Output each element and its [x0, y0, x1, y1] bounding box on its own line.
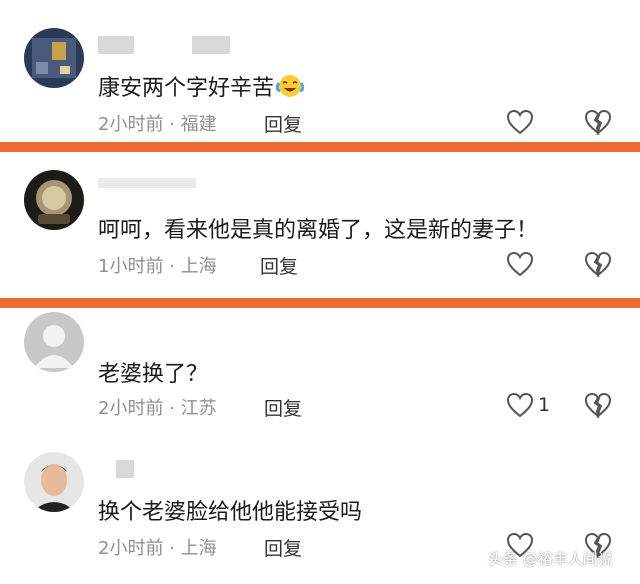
reply-button[interactable]: 回复: [260, 252, 298, 279]
reply-button[interactable]: 回复: [264, 394, 302, 421]
heart-icon[interactable]: [506, 251, 534, 277]
heart-icon[interactable]: [506, 392, 534, 418]
like-count: 1: [538, 394, 551, 416]
laughing-crying-icon: [275, 73, 305, 105]
heart-icon[interactable]: [506, 109, 534, 135]
reply-button[interactable]: 回复: [264, 110, 302, 137]
location-label: 江苏: [180, 398, 217, 419]
comment-item: 老婆换了？ 2小时前 · 江苏 回复 1: [0, 308, 640, 448]
avatar[interactable]: [24, 312, 84, 372]
comment-text: 康安两个字好辛苦: [98, 70, 305, 105]
comment-text: 换个老婆脸给他他能接受吗: [98, 500, 363, 525]
reply-button[interactable]: 回复: [264, 534, 302, 561]
username-blurred: [192, 36, 230, 54]
username-blurred: [98, 36, 134, 54]
avatar[interactable]: [24, 28, 84, 88]
avatar[interactable]: [24, 452, 84, 512]
time-label: 2小时前: [98, 398, 164, 419]
broken-heart-icon[interactable]: [584, 392, 612, 419]
broken-heart-icon[interactable]: [584, 251, 612, 278]
location-label: 福建: [180, 114, 217, 135]
avatar[interactable]: [24, 170, 84, 230]
comment-meta: 1小时前 · 上海: [98, 256, 217, 277]
time-label: 2小时前: [98, 538, 164, 559]
comment-item: 康安两个字好辛苦 2小时前 · 福建 回复: [0, 0, 640, 140]
section-divider: [0, 298, 640, 308]
comment-text: 呵呵，看来他是真的离婚了，这是新的妻子！: [98, 218, 539, 243]
time-label: 1小时前: [98, 256, 164, 277]
section-divider: [0, 142, 640, 152]
location-label: 上海: [180, 538, 217, 559]
username-blurred: [98, 178, 196, 188]
broken-heart-icon[interactable]: [584, 109, 612, 136]
comment-meta: 2小时前 · 江苏: [98, 398, 217, 419]
username-blurred: [116, 460, 134, 478]
comment-text: 老婆换了？: [98, 362, 209, 387]
watermark: 头条 @裕丰人间说: [488, 550, 613, 568]
comment-meta: 2小时前 · 上海: [98, 538, 217, 559]
time-label: 2小时前: [98, 114, 164, 135]
comment-item: 呵呵，看来他是真的离婚了，这是新的妻子！ 1小时前 · 上海 回复: [0, 152, 640, 292]
comment-meta: 2小时前 · 福建: [98, 114, 217, 135]
location-label: 上海: [180, 256, 217, 277]
